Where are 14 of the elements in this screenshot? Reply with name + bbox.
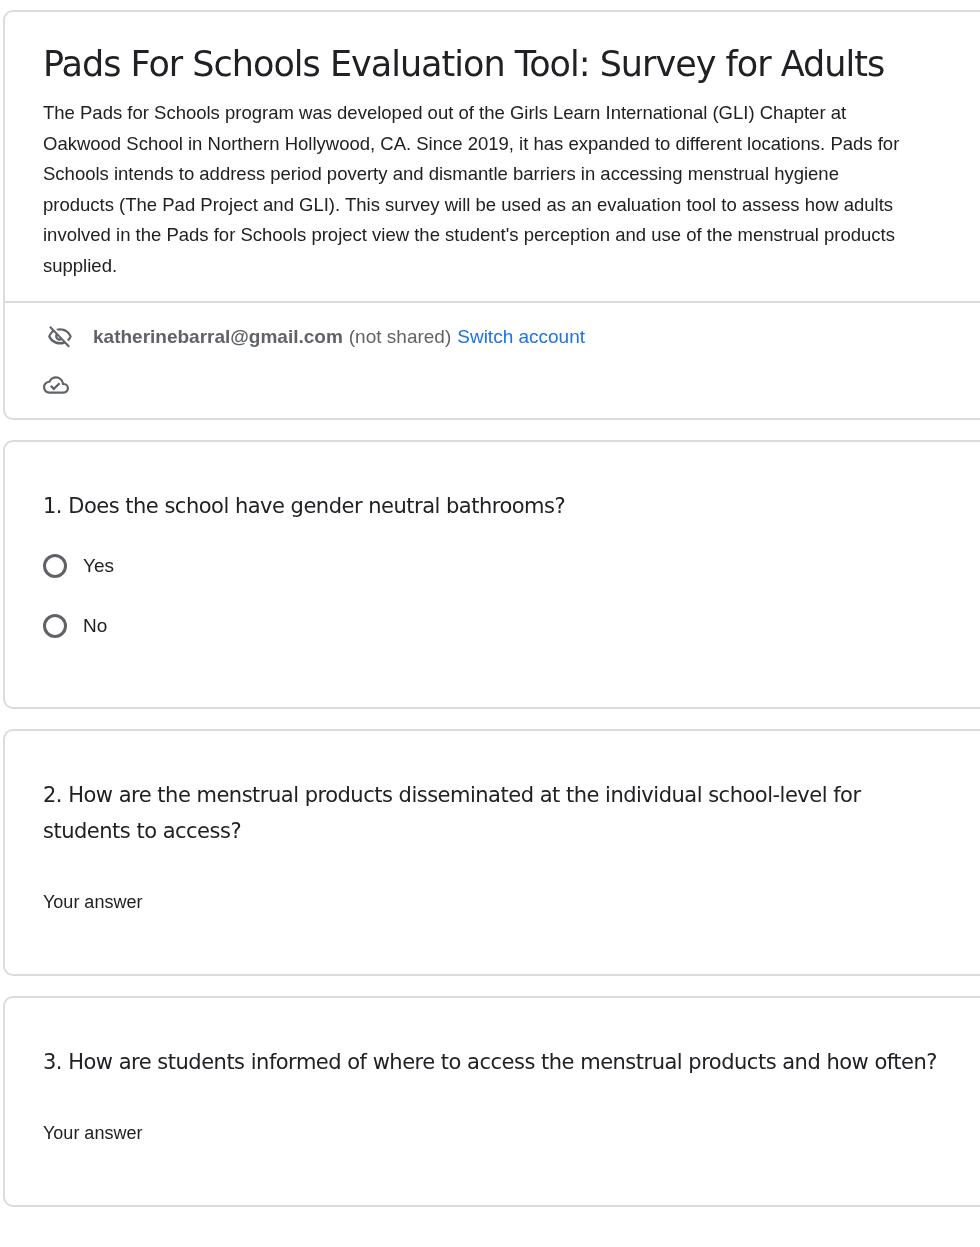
- form-title: Pads For Schools Evaluation Tool: Survey for Adults: [43, 43, 886, 86]
- radio-option[interactable]: Yes: [43, 543, 114, 588]
- question-title: 1. Does the school have gender neutral bathrooms?: [43, 492, 567, 520]
- radio-button[interactable]: [43, 553, 67, 578]
- answer-field[interactable]: Your answer: [43, 1119, 443, 1147]
- form-description: The Pads for Schools program was developed out of the Girls Learn International (GLI) Chapter at Oakwood School in Northern Hollywood, CA. Since 2019, it has expanded to different locations. Pads for Schools intends to address period poverty and dismantle barriers in accessing menstrual hygiene products (The Pad Project and GLI). This survey will be used as an evaluation tool to assess how adults involved in the Pads for Schools project view the student's perception and use of the menstrual products supplied.: [43, 101, 901, 278]
- radio-option[interactable]: No: [43, 604, 108, 649]
- radio-button[interactable]: [43, 614, 67, 639]
- answer-field[interactable]: Your answer: [43, 888, 443, 916]
- not-shared-note: (not shared): [348, 325, 452, 349]
- account-email: katherinebarral@gmail.com: [93, 325, 343, 349]
- switch-account-link[interactable]: Switch account: [457, 323, 586, 352]
- question-title: 2. How are the menstrual products disseminated at the individual school-level for students to access?: [43, 781, 862, 845]
- question-title: 3. How are students informed of where to access the menstrual products and how often?: [43, 1048, 938, 1076]
